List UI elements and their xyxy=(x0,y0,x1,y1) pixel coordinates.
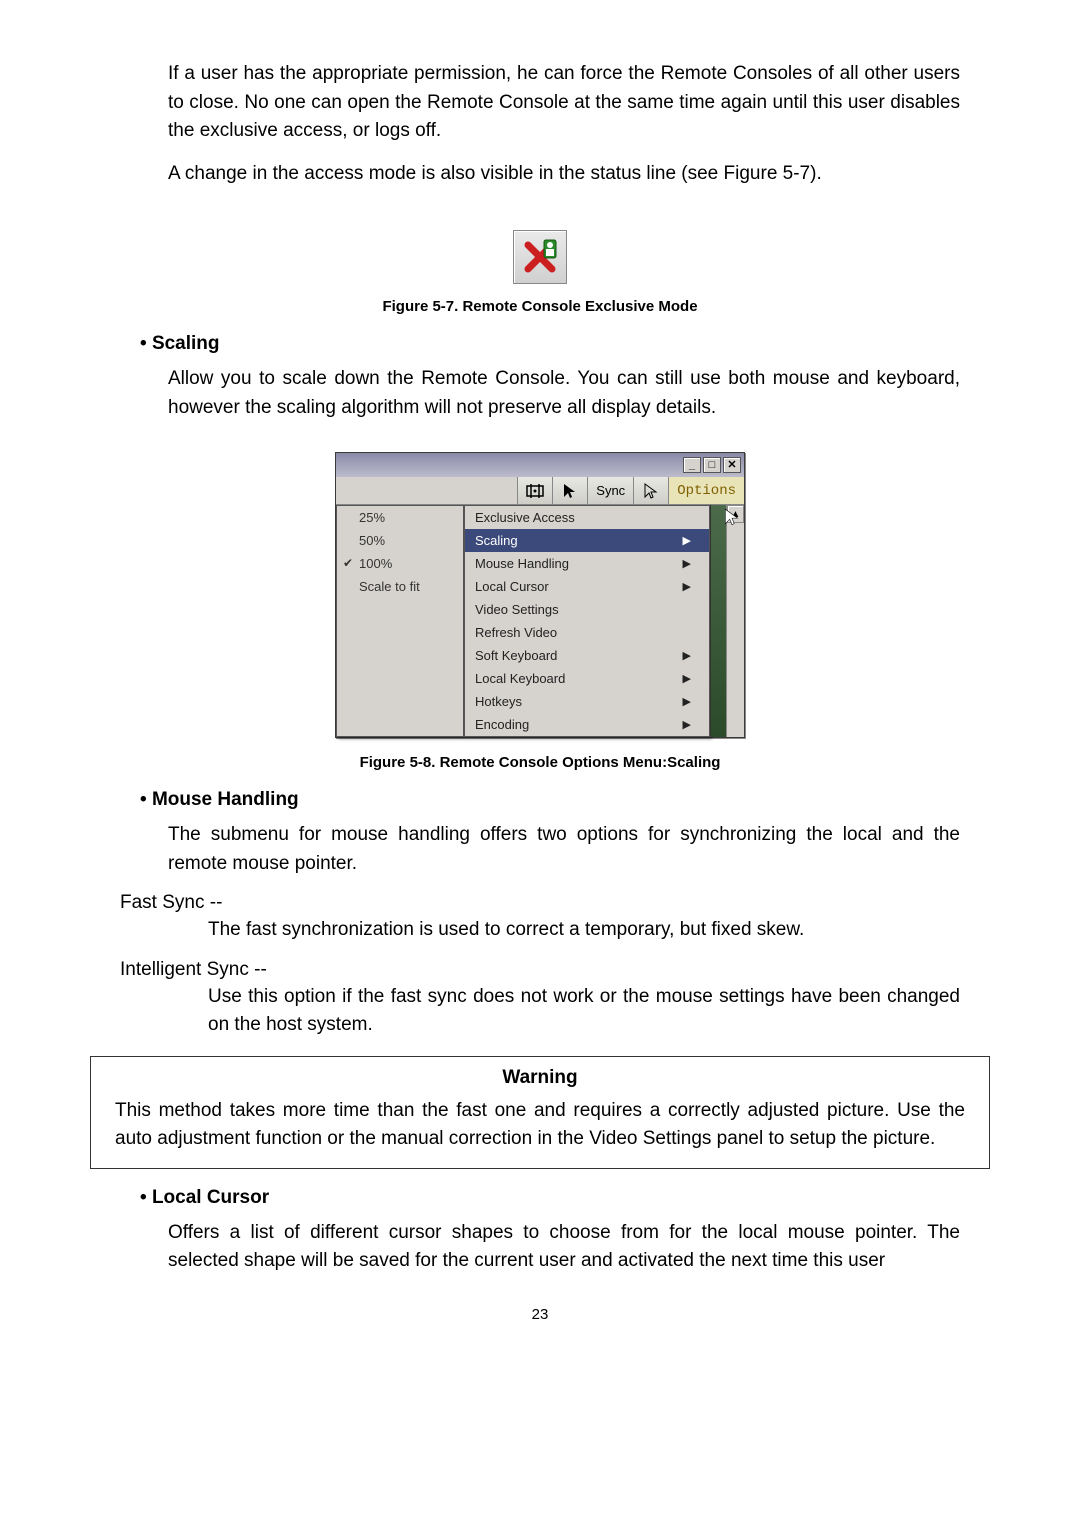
menu-item-label: Local Keyboard xyxy=(475,671,565,686)
sync-button[interactable]: Sync xyxy=(587,477,633,504)
paragraph: If a user has the appropriate permission… xyxy=(168,60,960,146)
menu-item-label: Video Settings xyxy=(475,602,559,617)
menu-item-label: Soft Keyboard xyxy=(475,648,557,663)
paragraph: The submenu for mouse handling offers tw… xyxy=(168,821,960,878)
menu-item-label: Encoding xyxy=(475,717,529,732)
warning-title: Warning xyxy=(115,1067,965,1089)
remote-view-strip: ▲ xyxy=(710,505,744,737)
window-titlebar: _ □ ✕ xyxy=(336,453,744,477)
heading-local-cursor: Local Cursor xyxy=(140,1187,960,1209)
maximize-button[interactable]: □ xyxy=(703,457,721,473)
submenu-arrow-icon: ▶ xyxy=(683,672,691,685)
paragraph: Offers a list of different cursor shapes… xyxy=(168,1219,960,1276)
heading-mouse-handling: Mouse Handling xyxy=(140,789,960,811)
submenu-arrow-icon: ▶ xyxy=(683,534,691,547)
options-menu-item[interactable]: Mouse Handling ▶ xyxy=(465,552,709,575)
options-menu-item[interactable]: Hotkeys ▶ xyxy=(465,690,709,713)
menu-item-label: Hotkeys xyxy=(475,694,522,709)
page-number: 23 xyxy=(120,1306,960,1323)
options-menu-item[interactable]: Video Settings xyxy=(465,598,709,621)
scaling-option[interactable]: 50% xyxy=(337,529,463,552)
cursor-outline-icon[interactable] xyxy=(633,477,668,504)
figure-5-8: _ □ ✕ Sync Options 25%50%100%Scale to fi… xyxy=(120,436,960,746)
menu-item-label: Scaling xyxy=(475,533,518,548)
minimize-button[interactable]: _ xyxy=(683,457,701,473)
options-menu-item[interactable]: Refresh Video xyxy=(465,621,709,644)
fast-sync-label: Fast Sync -- xyxy=(120,892,960,914)
figure-caption: Figure 5-8. Remote Console Options Menu:… xyxy=(120,754,960,771)
options-menu: Exclusive AccessScaling▶Mouse Handling▶L… xyxy=(464,505,710,737)
submenu-arrow-icon: ▶ xyxy=(683,580,691,593)
options-menu-item[interactable]: Local Keyboard ▶ xyxy=(465,667,709,690)
submenu-arrow-icon: ▶ xyxy=(683,718,691,731)
warning-body: This method takes more time than the fas… xyxy=(115,1097,965,1154)
drive-redirection-icon[interactable] xyxy=(517,477,552,504)
scaling-submenu: 25%50%100%Scale to fit xyxy=(336,505,464,737)
scaling-option[interactable]: 25% xyxy=(337,506,463,529)
options-menu-item[interactable]: Encoding ▶ xyxy=(465,713,709,736)
pointer-icon[interactable] xyxy=(552,477,587,504)
menu-item-label: Local Cursor xyxy=(475,579,549,594)
scaling-option[interactable]: 100% xyxy=(337,552,463,575)
paragraph: A change in the access mode is also visi… xyxy=(168,160,960,189)
options-button[interactable]: Options xyxy=(668,477,744,504)
submenu-arrow-icon: ▶ xyxy=(683,695,691,708)
window-body: 25%50%100%Scale to fit Exclusive Access S… xyxy=(336,505,744,737)
toolbar: Sync Options xyxy=(336,477,744,505)
close-button[interactable]: ✕ xyxy=(723,457,741,473)
options-menu-item[interactable]: Exclusive Access xyxy=(465,506,709,529)
paragraph: Allow you to scale down the Remote Conso… xyxy=(168,365,960,422)
remote-cursor-icon xyxy=(716,507,742,533)
vertical-scrollbar[interactable]: ▲ xyxy=(726,505,744,737)
heading-scaling: Scaling xyxy=(140,333,960,355)
options-menu-item[interactable]: Scaling ▶ xyxy=(465,529,709,552)
menu-item-label: Mouse Handling xyxy=(475,556,569,571)
options-menu-item[interactable]: Local Cursor ▶ xyxy=(465,575,709,598)
figure-caption: Figure 5-7. Remote Console Exclusive Mod… xyxy=(120,298,960,315)
exclusive-mode-icon xyxy=(513,230,567,284)
document-page: If a user has the appropriate permission… xyxy=(0,0,1080,1363)
paragraph: Use this option if the fast sync does no… xyxy=(208,983,960,1040)
menu-item-label: Exclusive Access xyxy=(475,510,575,525)
submenu-arrow-icon: ▶ xyxy=(683,649,691,662)
scaling-option[interactable]: Scale to fit xyxy=(337,575,463,598)
paragraph: The fast synchronization is used to corr… xyxy=(208,916,960,945)
warning-box: Warning This method takes more time than… xyxy=(90,1056,990,1169)
menu-item-label: Refresh Video xyxy=(475,625,557,640)
submenu-arrow-icon: ▶ xyxy=(683,557,691,570)
figure-5-7 xyxy=(120,202,960,290)
intelligent-sync-label: Intelligent Sync -- xyxy=(120,959,960,981)
options-menu-item[interactable]: Soft Keyboard ▶ xyxy=(465,644,709,667)
remote-console-window: _ □ ✕ Sync Options 25%50%100%Scale to fi… xyxy=(335,452,745,738)
